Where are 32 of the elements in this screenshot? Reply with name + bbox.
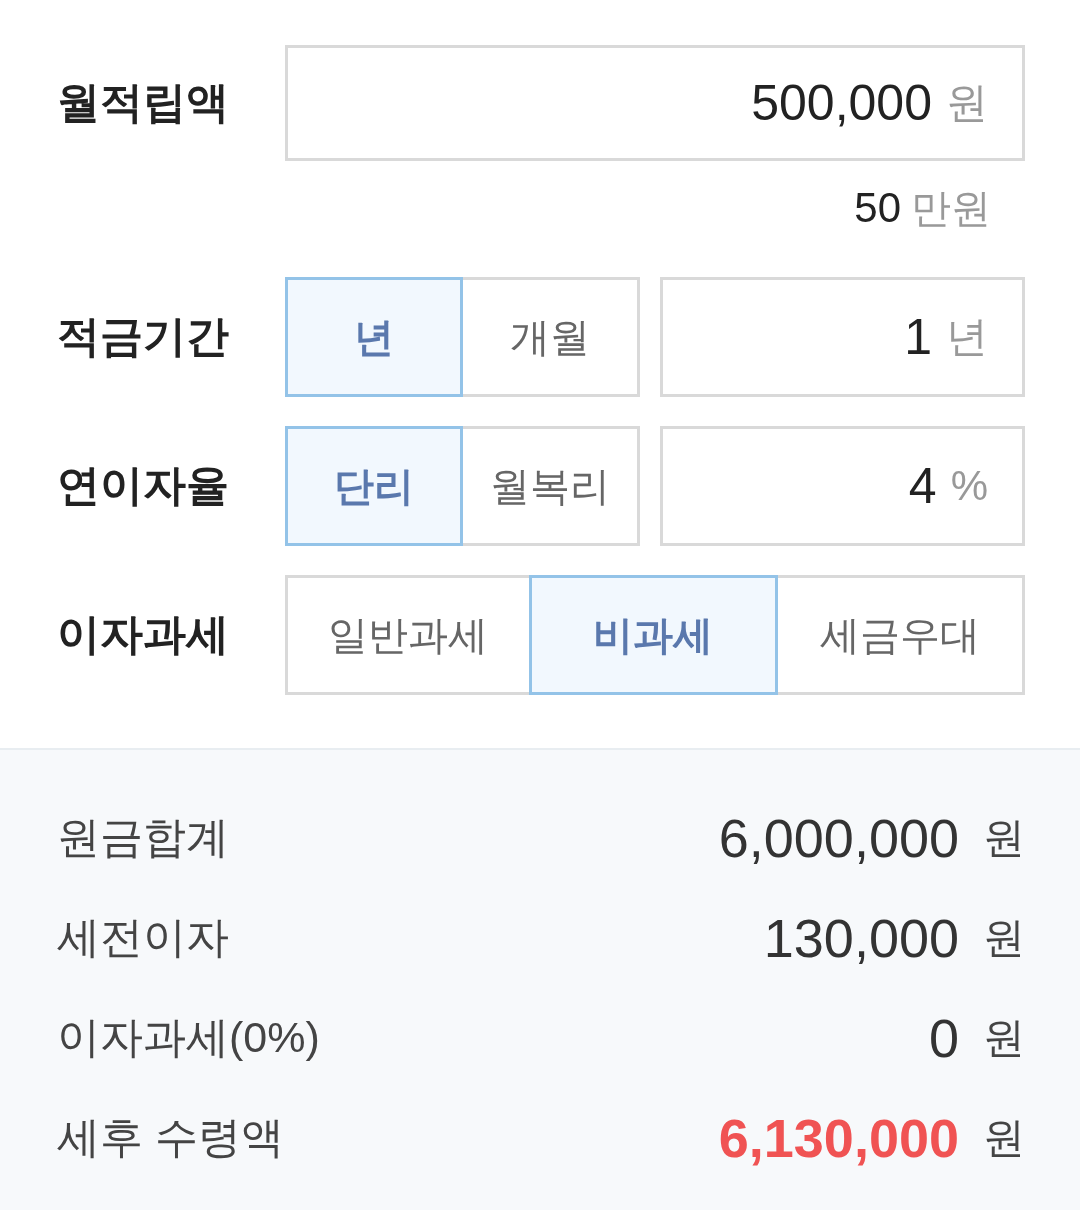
note-unit: 만원 [911, 185, 991, 231]
note-value: 50 [854, 185, 901, 231]
result-label: 세전이자 [57, 912, 229, 963]
segment-button[interactable]: 년 [285, 277, 463, 397]
field-label: 이자과세 [57, 609, 230, 660]
result-label: 세후 수령액 [57, 1112, 284, 1163]
field-label: 적금기간 [57, 311, 230, 362]
unit-label: 원 [946, 78, 988, 128]
result-value: 130,000 [763, 907, 959, 969]
result-unit: 원 [983, 1013, 1025, 1063]
field-label: 월적립액 [57, 77, 230, 128]
input-field[interactable]: 4 % [660, 426, 1025, 546]
segment-button[interactable]: 비과세 [528, 575, 779, 695]
result-unit: 원 [983, 1113, 1025, 1163]
result-value: 6,130,000 [718, 1107, 959, 1169]
input-field[interactable]: 1 년 [660, 277, 1025, 397]
result-value: 0 [928, 1007, 959, 1069]
result-label: 이자과세(0%) [57, 1012, 320, 1063]
unit-label: 년 [946, 312, 988, 362]
result-unit: 원 [983, 913, 1025, 963]
field-value: 1 [904, 308, 932, 366]
result-value: 6,000,000 [718, 807, 959, 869]
segment-button[interactable]: 일반과세 [285, 575, 532, 695]
segment-button[interactable]: 세금우대 [775, 575, 1025, 695]
field-label: 연이자율 [57, 460, 230, 511]
field-value: 500,000 [751, 74, 932, 132]
field-value: 4 [908, 457, 937, 515]
result-label: 원금합계 [57, 812, 229, 863]
input-field[interactable]: 500,000 원 [285, 45, 1025, 161]
unit-label: % [950, 462, 988, 510]
result-unit: 원 [983, 813, 1025, 863]
segment-button[interactable]: 단리 [285, 426, 463, 546]
